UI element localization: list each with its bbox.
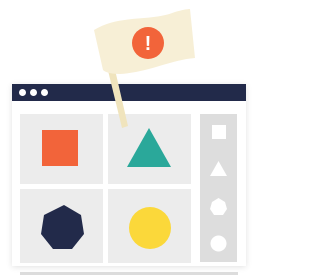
square-icon [42, 130, 78, 166]
sidebar-item-circle[interactable] [200, 225, 237, 262]
square-outline-icon [212, 125, 226, 139]
browser-window [12, 84, 246, 275]
shape-tile-circle[interactable] [108, 189, 191, 263]
alert-icon: ! [132, 27, 164, 59]
shape-tile-triangle[interactable] [108, 114, 191, 184]
alert-mark: ! [145, 33, 152, 55]
window-control-dot [19, 89, 26, 96]
circle-outline-icon [210, 235, 227, 252]
window-titlebar [12, 84, 246, 101]
shape-tile-square[interactable] [20, 114, 103, 184]
circle-icon [129, 207, 171, 249]
heptagon-icon [41, 205, 84, 249]
heptagon-outline-icon [210, 198, 227, 215]
sidebar-item-heptagon[interactable] [200, 188, 237, 225]
shape-sidebar [200, 114, 237, 262]
triangle-icon [127, 128, 171, 167]
window-content [12, 101, 246, 275]
window-control-dot [30, 89, 37, 96]
sidebar-item-triangle[interactable] [200, 151, 237, 188]
window-control-dot [41, 89, 48, 96]
illustration: ! [0, 0, 248, 275]
triangle-outline-icon [210, 161, 227, 176]
sidebar-item-square[interactable] [200, 114, 237, 151]
shape-tile-heptagon[interactable] [20, 189, 103, 263]
